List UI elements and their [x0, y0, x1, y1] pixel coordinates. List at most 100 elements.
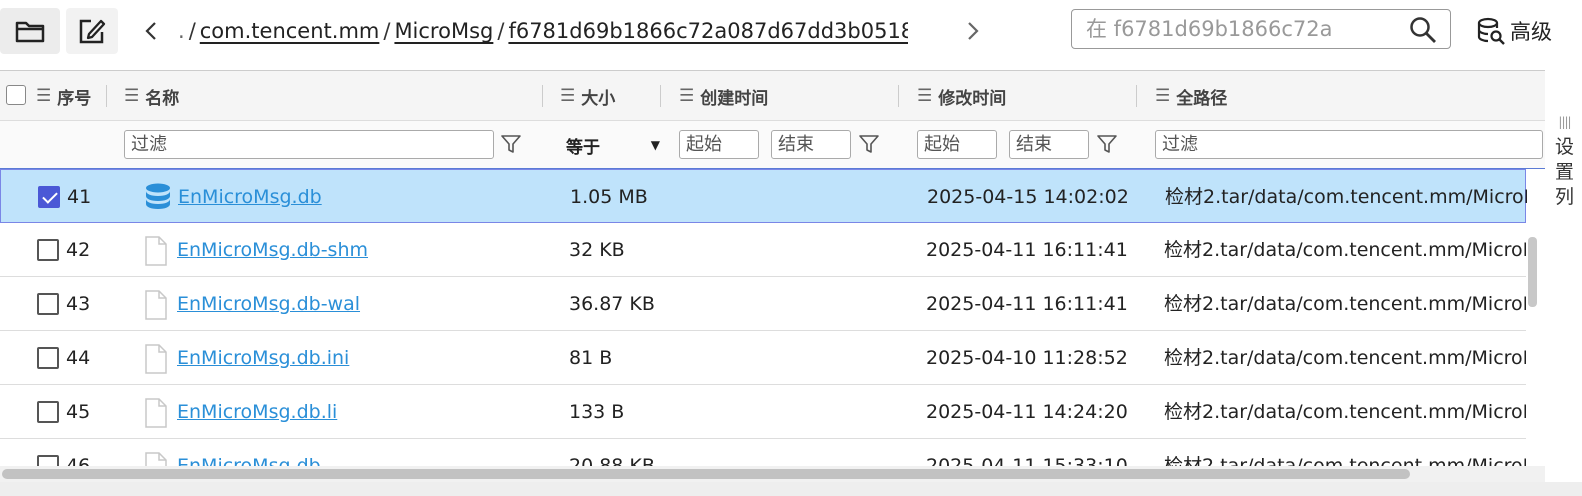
column-header-created[interactable]: ☰ 创建时间 [679, 71, 768, 121]
row-path: 检材2.tar/data/com.tencent.mm/MicroMsg [1165, 186, 1527, 208]
folder-icon [15, 21, 45, 43]
advanced-search-button[interactable]: 高级 [1476, 14, 1552, 48]
row-size: 81 B [569, 347, 613, 369]
breadcrumb: . / com.tencent.mm / MicroMsg / f6781d69b1866c… [178, 16, 908, 46]
file-icon [143, 397, 169, 433]
row-path: 检材2.tar/data/com.tencent.mm/MicroMsg [1164, 239, 1526, 261]
menu-lines-icon: ☰ [36, 86, 52, 106]
column-divider[interactable] [660, 85, 661, 107]
column-divider[interactable] [1136, 85, 1137, 107]
row-index: 44 [66, 347, 91, 369]
advanced-label: 高级 [1510, 20, 1552, 44]
breadcrumb-item-current-folder[interactable]: f6781d69b1866c72a087d67dd3b05189 [508, 19, 908, 43]
back-button[interactable] [136, 14, 166, 48]
row-size: 1.05 MB [570, 186, 648, 208]
database-search-icon [1477, 17, 1505, 45]
column-header-path[interactable]: ☰ 全路径 [1155, 71, 1227, 121]
vertical-scrollbar[interactable] [1528, 237, 1537, 307]
row-name-cell: EnMicroMsg.db.li [177, 385, 537, 439]
column-header-name[interactable]: ☰ 名称 [124, 71, 179, 121]
row-index: 43 [66, 293, 91, 315]
row-checkbox[interactable] [37, 401, 59, 423]
filter-row: 等于 ▼ [0, 121, 1545, 169]
table-row[interactable]: 41 EnMicroMsg.db 1.05 MB 2025-04-15 14:02:0… [0, 169, 1527, 224]
filter-icon[interactable] [858, 133, 880, 159]
row-checkbox[interactable] [37, 293, 59, 315]
file-name-link[interactable]: EnMicroMsg.db.ini [177, 347, 349, 369]
row-index: 41 [67, 186, 92, 208]
row-name-cell: EnMicroMsg.db.ini [177, 331, 537, 385]
forward-button[interactable] [958, 14, 988, 48]
row-modified: 2025-04-11 16:11:41 [926, 239, 1128, 261]
row-name-cell: EnMicroMsg.db-shm [177, 223, 537, 277]
row-checkbox[interactable] [37, 239, 59, 261]
menu-lines-icon: ☰ [560, 86, 576, 106]
menu-lines-icon: ☰ [124, 86, 140, 106]
row-modified: 2025-04-15 14:02:02 [927, 186, 1129, 208]
row-modified: 2025-04-11 14:24:20 [926, 401, 1128, 423]
table-row[interactable]: 45 EnMicroMsg.db.li 133 B 2025-04-11 14:24:… [0, 385, 1526, 439]
column-header-modified[interactable]: ☰ 修改时间 [917, 71, 1006, 121]
row-size: 133 B [569, 401, 625, 423]
table-row[interactable]: 42 EnMicroMsg.db-shm 32 KB 2025-04-11 16:11… [0, 223, 1526, 277]
modified-start-input[interactable] [917, 130, 997, 159]
dropdown-arrow-icon: ▼ [650, 138, 660, 152]
search-icon[interactable] [1408, 15, 1438, 49]
file-name-link[interactable]: EnMicroMsg.db-wal [177, 293, 360, 315]
horizontal-scrollbar[interactable] [0, 466, 1545, 482]
table-row[interactable]: 44 EnMicroMsg.db.ini 81 B 2025-04-10 11:28:… [0, 331, 1526, 385]
search-input[interactable] [1086, 14, 1396, 44]
folder-button[interactable] [0, 8, 60, 54]
created-start-input[interactable] [679, 130, 759, 159]
chevron-right-icon [968, 22, 979, 40]
breadcrumb-item-com-tencent-mm[interactable]: com.tencent.mm [200, 19, 380, 43]
row-path: 检材2.tar/data/com.tencent.mm/MicroMsg [1164, 293, 1526, 315]
file-icon [143, 343, 169, 379]
column-divider[interactable] [106, 85, 107, 107]
column-header-size[interactable]: ☰ 大小 [560, 71, 615, 121]
toolbar: . / com.tencent.mm / MicroMsg / f6781d69b1866c… [0, 0, 1582, 62]
menu-lines-icon: ☰ [917, 86, 933, 106]
row-modified: 2025-04-10 11:28:52 [926, 347, 1128, 369]
edit-button[interactable] [66, 8, 118, 54]
breadcrumb-item-micromsg[interactable]: MicroMsg [394, 19, 493, 43]
row-index: 45 [66, 401, 91, 423]
column-settings-button[interactable]: |||| 设 置 列 [1547, 110, 1582, 210]
status-strip [0, 482, 1582, 496]
chevron-left-icon [145, 22, 156, 40]
menu-lines-icon: ☰ [679, 86, 695, 106]
database-icon [144, 182, 172, 216]
row-checkbox[interactable] [38, 186, 60, 208]
file-icon [143, 235, 169, 271]
menu-lines-icon: ☰ [1155, 86, 1171, 106]
size-operator-select[interactable]: 等于 ▼ [566, 132, 660, 158]
row-name-cell: EnMicroMsg.db [178, 170, 538, 224]
column-divider[interactable] [898, 85, 899, 107]
row-name-cell: EnMicroMsg.db-wal [177, 277, 537, 331]
filter-icon[interactable] [1096, 133, 1118, 159]
row-checkbox[interactable] [37, 347, 59, 369]
column-header-index[interactable]: ☰ 序号 [36, 71, 91, 121]
file-name-link[interactable]: EnMicroMsg.db-shm [177, 239, 368, 261]
filter-icon[interactable] [500, 133, 522, 159]
column-settings-icon: |||| [1558, 115, 1571, 129]
grid-header: ☰ 序号 ☰ 名称 ☰ 大小 ☰ 创建时间 ☰ 修改时间 ☰ 全路径 [0, 71, 1545, 121]
row-path: 检材2.tar/data/com.tencent.mm/MicroMsg [1164, 347, 1526, 369]
row-size: 32 KB [569, 239, 625, 261]
search-box [1071, 9, 1451, 49]
file-name-link[interactable]: EnMicroMsg.db.li [177, 401, 337, 423]
row-path: 检材2.tar/data/com.tencent.mm/MicroMsg [1164, 401, 1526, 423]
modified-end-input[interactable] [1009, 130, 1089, 159]
horizontal-scrollbar-thumb[interactable] [2, 469, 1410, 479]
table-row[interactable]: 43 EnMicroMsg.db-wal 36.87 KB 2025-04-11 16… [0, 277, 1526, 331]
row-index: 42 [66, 239, 91, 261]
select-all-checkbox[interactable] [6, 85, 26, 105]
row-size: 36.87 KB [569, 293, 655, 315]
file-name-link[interactable]: EnMicroMsg.db [178, 186, 322, 208]
column-divider[interactable] [542, 85, 543, 107]
created-end-input[interactable] [771, 130, 851, 159]
file-icon [143, 289, 169, 325]
path-filter-input[interactable] [1155, 130, 1543, 159]
row-modified: 2025-04-11 16:11:41 [926, 293, 1128, 315]
name-filter-input[interactable] [124, 130, 494, 159]
